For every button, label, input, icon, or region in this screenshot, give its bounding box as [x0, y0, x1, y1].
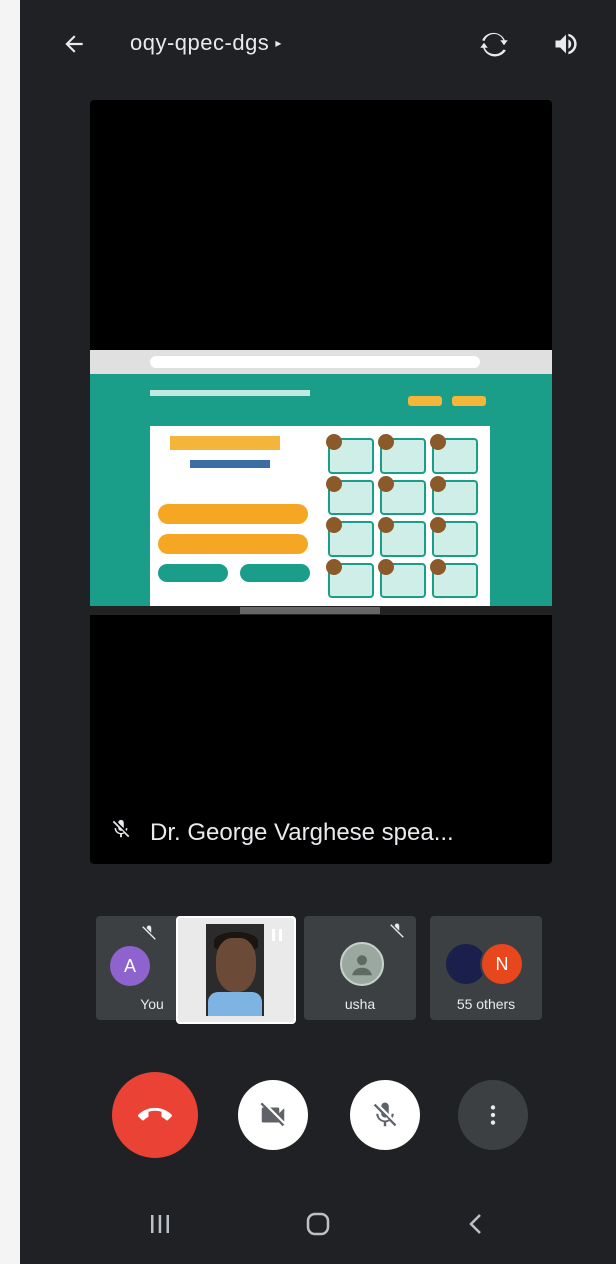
card-title: [170, 436, 280, 450]
camera-off-icon: [260, 1102, 285, 1127]
switch-camera-icon[interactable]: [476, 26, 512, 62]
system-navbar: [20, 1186, 616, 1264]
mic-off-icon: [110, 818, 132, 847]
chevron-right-icon: ▸: [275, 36, 282, 50]
avatar-grid-illustration: [326, 434, 478, 598]
speaker-volume-icon[interactable]: [548, 26, 584, 62]
shared-page: [90, 374, 552, 606]
page-button: [452, 396, 486, 406]
participant-name: usha: [344, 996, 376, 1012]
content-card: [150, 426, 490, 606]
end-call-button[interactable]: [112, 1072, 198, 1158]
home-icon[interactable]: [298, 1204, 338, 1244]
participant-strip: A You usha N 55 others: [96, 916, 546, 1024]
browser-chrome: [90, 350, 552, 374]
meeting-code-button[interactable]: oqy-qpec-dgs ▸: [130, 30, 282, 56]
top-bar: oqy-qpec-dgs ▸: [20, 0, 616, 92]
speaker-name: Dr. George Varghese spea...: [150, 818, 454, 846]
pause-icon: [270, 928, 284, 942]
participant-face: [216, 938, 256, 992]
meet-call-screen: oqy-qpec-dgs ▸ Dr. George Varghese spea.…: [20, 0, 616, 1264]
card-button: [158, 504, 308, 524]
avatar: A: [110, 946, 150, 986]
participant-name: 55 others: [456, 996, 516, 1012]
page-button: [408, 396, 442, 406]
mic-off-icon: [373, 1102, 397, 1127]
card-button: [158, 534, 308, 554]
avatar: N: [480, 942, 524, 986]
page-header: [150, 390, 310, 396]
end-call-icon: [138, 1107, 172, 1121]
avatar-photo: [340, 942, 384, 986]
avatar-letter: A: [123, 955, 136, 976]
mic-off-icon: [140, 924, 160, 944]
shared-screen: [90, 350, 552, 615]
recents-icon[interactable]: [140, 1204, 180, 1244]
mic-off-icon: [388, 922, 408, 942]
back-arrow-icon[interactable]: [58, 28, 90, 60]
more-options-button[interactable]: [458, 1080, 528, 1150]
address-bar: [150, 356, 480, 368]
participant-tile-video[interactable]: [176, 916, 296, 1024]
call-controls: [20, 1068, 616, 1178]
participant-tile-others[interactable]: N 55 others: [430, 916, 542, 1020]
card-button: [158, 564, 228, 582]
active-speaker-label: Dr. George Varghese spea...: [110, 818, 454, 847]
meeting-code-text: oqy-qpec-dgs: [130, 30, 270, 55]
more-vert-icon: [490, 1105, 496, 1125]
avatar-letter: N: [495, 953, 509, 974]
presentation-stage[interactable]: Dr. George Varghese spea...: [90, 100, 552, 864]
participant-tile-usha[interactable]: usha: [304, 916, 416, 1020]
shared-taskbar: [90, 606, 552, 615]
card-subtitle: [190, 460, 270, 468]
camera-toggle-button[interactable]: [238, 1080, 308, 1150]
card-button: [240, 564, 310, 582]
mic-toggle-button[interactable]: [350, 1080, 420, 1150]
nav-back-icon[interactable]: [456, 1204, 496, 1244]
